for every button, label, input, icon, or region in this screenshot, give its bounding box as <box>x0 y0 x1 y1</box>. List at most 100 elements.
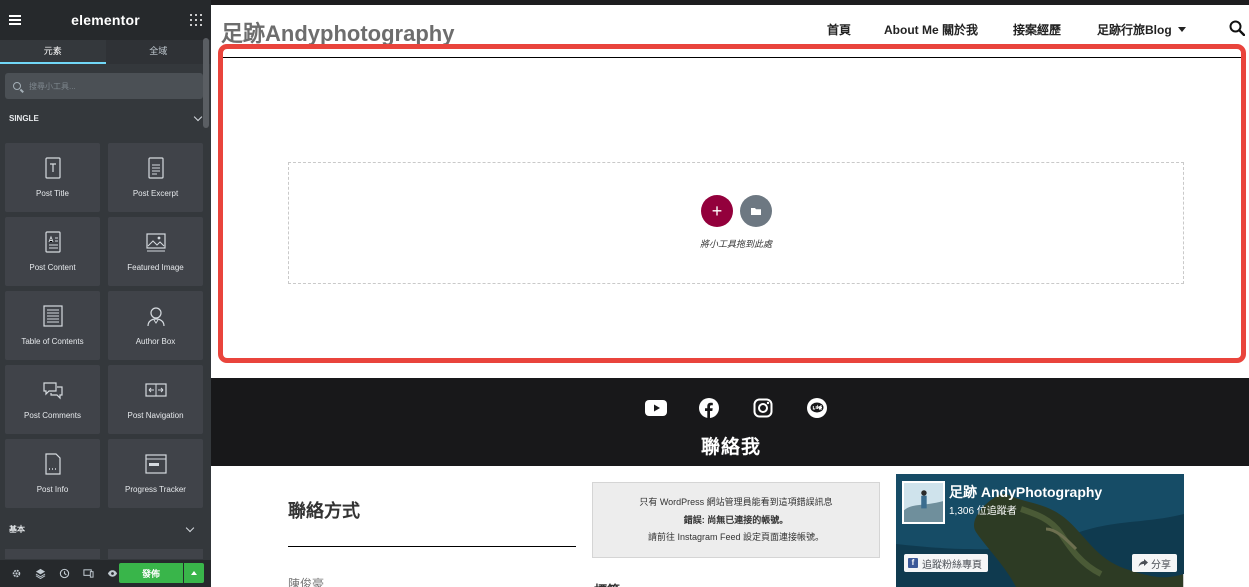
widget-label: Post Comments <box>24 411 81 420</box>
featured-image-icon <box>145 233 166 252</box>
history-icon <box>59 568 69 579</box>
widget-table-of-contents[interactable]: Table of Contents <box>5 291 100 360</box>
settings-button[interactable] <box>4 562 28 586</box>
facebook-plugin-scrollbar[interactable] <box>1183 574 1184 587</box>
post-title-icon <box>44 157 61 179</box>
facebook-page-plugin[interactable]: 足跡 AndyPhotography 1,306 位追蹤者 f 追蹤粉絲專頁 分享 <box>896 474 1184 587</box>
widget-label: Post Excerpt <box>132 189 179 198</box>
search-icon <box>13 82 21 90</box>
widget-post-comments[interactable]: Post Comments <box>5 365 100 434</box>
nav-item-cases[interactable]: 接案經歷 <box>1013 21 1061 38</box>
contact-name: 陳俊豪 <box>288 577 325 587</box>
navigator-button[interactable] <box>28 562 52 586</box>
panel-header: elementor <box>0 0 211 40</box>
nav-item-blog-label: 足跡行旅Blog <box>1097 23 1172 37</box>
tab-elements[interactable]: 元素 <box>0 40 106 64</box>
facebook-follower-count: 1,306 位追蹤者 <box>949 506 1017 517</box>
widget-label: Progress Tracker <box>125 485 186 494</box>
contact-method-heading: 聯絡方式 <box>288 501 360 521</box>
history-button[interactable] <box>52 562 76 586</box>
widget-author-box[interactable]: Author Box <box>108 291 203 360</box>
post-excerpt-icon <box>147 157 164 179</box>
folder-icon <box>751 208 761 215</box>
widget-featured-image[interactable]: Featured Image <box>108 217 203 286</box>
post-navigation-icon <box>144 383 167 397</box>
instagram-feed-notice: 只有 WordPress 網站管理員能看到這項錯誤訊息 錯誤: 尚無已連接的帳號… <box>592 482 880 558</box>
nav-item-blog[interactable]: 足跡行旅Blog <box>1097 21 1186 38</box>
widget-search-input[interactable] <box>29 81 179 91</box>
contact-method-divider <box>288 546 576 547</box>
widget-label: Post Info <box>36 485 69 494</box>
layers-icon <box>35 568 45 579</box>
section-basic-header[interactable]: 基本 <box>0 519 203 539</box>
facebook-page-avatar <box>902 481 945 524</box>
widget-post-title[interactable]: Post Title <box>5 143 100 212</box>
widget-label: Featured Image <box>127 263 184 272</box>
facebook-page-name[interactable]: 足跡 AndyPhotography <box>949 482 1102 502</box>
share-label: 分享 <box>1151 559 1171 571</box>
nav-item-about[interactable]: About Me 關於我 <box>884 21 978 38</box>
instagram-link[interactable] <box>752 398 774 418</box>
author-box-icon <box>146 307 165 327</box>
facebook-icon <box>699 398 719 418</box>
widget-post-excerpt[interactable]: Post Excerpt <box>108 143 203 212</box>
panel-scrollbar[interactable] <box>203 38 209 128</box>
drop-hint-text: 將小工具拖到此處 <box>699 239 772 249</box>
gear-icon <box>12 569 20 578</box>
widget-label: Post Content <box>29 263 76 272</box>
add-template-button[interactable] <box>740 195 772 227</box>
caret-down-icon <box>1177 27 1186 32</box>
chevron-down-icon <box>193 112 203 121</box>
share-icon <box>1138 559 1148 567</box>
widget-drop-zone[interactable] <box>288 162 1184 284</box>
widget-grid: Post Title Post Excerpt Post Content Fea… <box>5 143 203 508</box>
add-section-button[interactable]: + <box>701 195 733 227</box>
facebook-follow-button[interactable]: f 追蹤粉絲專頁 <box>904 554 988 572</box>
contact-section-title: 聯絡我 <box>701 437 762 458</box>
widget-search[interactable] <box>5 73 203 99</box>
panel-tabs: 元素 全域 <box>0 40 211 64</box>
notice-line-error: 錯誤: 尚無已連接的帳號。 <box>683 514 789 525</box>
widget-label: Table of Contents <box>21 337 84 346</box>
chevron-up-icon <box>191 571 197 575</box>
notice-line-admin: 只有 WordPress 網站管理員能看到這項錯誤訊息 <box>639 497 833 507</box>
youtube-icon <box>645 400 667 416</box>
elementor-logo: elementor <box>71 12 140 28</box>
tab-global[interactable]: 全域 <box>106 40 212 64</box>
table-of-contents-icon <box>42 305 63 327</box>
widget-post-navigation[interactable]: Post Navigation <box>108 365 203 434</box>
widget-label: Post Navigation <box>127 411 184 420</box>
widget-post-content[interactable]: Post Content <box>5 217 100 286</box>
widget-post-info[interactable]: Post Info <box>5 439 100 508</box>
elementor-panel: elementor 元素 全域 SINGLE Post Title Post <box>0 0 211 587</box>
publish-options-button[interactable] <box>184 563 204 583</box>
notice-line-settings: 請前往 Instagram Feed 設定頁面連接帳號。 <box>647 532 825 542</box>
tags-heading: 標籤 <box>594 580 620 587</box>
widget-progress-tracker[interactable]: Progress Tracker <box>108 439 203 508</box>
line-link[interactable] <box>806 398 828 418</box>
post-info-icon <box>44 453 61 475</box>
admin-top-strip <box>211 0 1249 5</box>
nav-item-home[interactable]: 首頁 <box>827 21 851 38</box>
menu-icon[interactable] <box>9 15 21 25</box>
youtube-link[interactable] <box>645 398 667 418</box>
facebook-share-button[interactable]: 分享 <box>1132 554 1177 572</box>
plus-icon: + <box>711 201 723 221</box>
widgets-grid-icon[interactable] <box>190 14 202 26</box>
follow-label: 追蹤粉絲專頁 <box>922 559 982 571</box>
responsive-mode-button[interactable] <box>76 562 100 586</box>
facebook-link[interactable] <box>698 398 720 418</box>
section-single-title: SINGLE <box>9 113 39 123</box>
facebook-icon: f <box>908 558 918 568</box>
section-basic-title: 基本 <box>9 524 25 534</box>
instagram-icon <box>753 398 773 418</box>
section-single-header[interactable]: SINGLE <box>0 108 211 128</box>
panel-footer: 發佈 <box>0 560 211 587</box>
main-navigation: 首頁 About Me 關於我 接案經歷 足跡行旅Blog <box>211 21 1249 39</box>
progress-tracker-icon <box>144 454 167 474</box>
widget-label: Post Title <box>36 189 69 198</box>
post-content-icon <box>44 231 61 253</box>
post-comments-icon <box>42 382 63 400</box>
publish-button[interactable]: 發佈 <box>119 563 183 583</box>
search-icon[interactable] <box>1229 20 1245 36</box>
